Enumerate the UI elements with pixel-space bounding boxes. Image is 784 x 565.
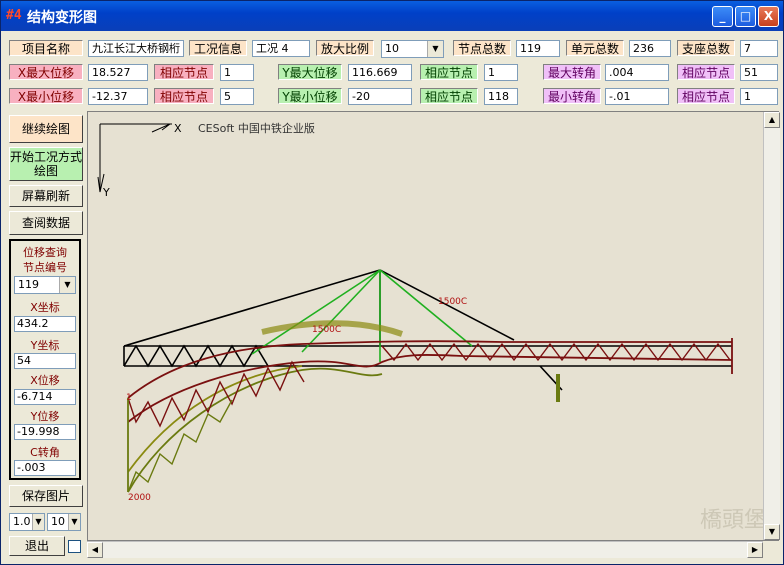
x-min-node-label: 相应节点	[154, 88, 214, 104]
x-min-disp-label: X最小位移	[9, 88, 83, 104]
watermark-logo: 橋頭堡	[699, 508, 766, 533]
app-icon: #4	[6, 8, 22, 23]
refresh-screen-button[interactable]: 屏幕刷新	[9, 185, 83, 207]
maximize-button[interactable]: □	[735, 6, 756, 27]
y-min-node-label: 相应节点	[420, 88, 478, 104]
y-max-disp-label: Y最大位移	[278, 64, 342, 80]
structure-canvas[interactable]: X Y CESoft 中国中铁企业版 1 1500C 1500C 2000 橋頭…	[87, 111, 779, 541]
font-size-value: 10	[51, 515, 65, 528]
scale-label: 放大比例	[316, 40, 374, 56]
chevron-down-icon[interactable]: ▼	[68, 514, 80, 530]
case-field[interactable]: 工况 4	[252, 40, 310, 57]
chevron-down-icon[interactable]: ▼	[427, 41, 443, 57]
scale-select[interactable]: 10 ▼	[381, 40, 444, 58]
exit-button[interactable]: 退出	[9, 536, 65, 556]
node-no-select[interactable]: 119 ▼	[14, 276, 76, 294]
x-max-disp-label: X最大位移	[9, 64, 83, 80]
title-bar[interactable]: #4 结构变形图 _ □ X	[1, 1, 783, 31]
y-max-node-field[interactable]: 1	[484, 64, 518, 81]
query-title: 位移查询	[23, 246, 67, 259]
y-max-disp-field[interactable]: 116.669	[348, 64, 412, 81]
y-max-node-label: 相应节点	[420, 64, 478, 80]
project-name-field[interactable]: 九江长江大桥钢桁	[88, 40, 184, 57]
font-size-select[interactable]: 10 ▼	[47, 513, 81, 531]
displacement-query-panel: 位移查询 节点编号 119 ▼ X坐标 434.2 Y坐标 54 X位移 -6.…	[9, 239, 81, 480]
y-disp-label: Y位移	[30, 410, 60, 423]
start-case-draw-button[interactable]: 开始工况方式绘图	[9, 147, 83, 181]
x-max-node-field[interactable]: 1	[220, 64, 254, 81]
node-label-1: 1	[126, 393, 132, 403]
y-min-node-field[interactable]: 118	[484, 88, 518, 105]
scale-select-value: 10	[385, 42, 399, 55]
vertical-scrollbar[interactable]: ▲ ▼	[763, 112, 780, 540]
view-data-button[interactable]: 查阅数据	[9, 211, 83, 235]
support-total-label: 支座总数	[677, 40, 735, 56]
node-no-label: 节点编号	[23, 261, 67, 274]
c-rot-field[interactable]: -.003	[14, 460, 76, 476]
line-width-value: 1.0	[13, 515, 31, 528]
element-total-field[interactable]: 236	[629, 40, 671, 57]
axis-x-label: X	[174, 122, 182, 135]
case-info-label: 工况信息	[189, 40, 247, 56]
option-checkbox[interactable]	[68, 540, 81, 553]
y-min-disp-label: Y最小位移	[278, 88, 342, 104]
x-disp-label: X位移	[30, 374, 60, 387]
rot-min-field[interactable]: -.01	[605, 88, 669, 105]
chevron-down-icon[interactable]: ▼	[32, 514, 44, 530]
scroll-left-arrow-icon[interactable]: ◀	[87, 542, 103, 558]
rot-min-node-field[interactable]: 1	[740, 88, 778, 105]
rot-max-node-field[interactable]: 51	[740, 64, 778, 81]
y-min-disp-field[interactable]: -20	[348, 88, 412, 105]
rot-min-label: 最小转角	[543, 88, 601, 104]
deformed-truss	[127, 320, 733, 493]
x-coord-field[interactable]: 434.2	[14, 316, 76, 332]
node-no-value: 119	[18, 278, 39, 291]
rot-max-field[interactable]: .004	[605, 64, 669, 81]
scroll-right-arrow-icon[interactable]: ▶	[747, 542, 763, 558]
deformation-drawing: X Y CESoft 中国中铁企业版 1 1500C 1500C 2000	[97, 121, 733, 503]
y-coord-label: Y坐标	[30, 339, 60, 352]
horizontal-scrollbar[interactable]: ◀ ▶	[87, 541, 763, 558]
scroll-down-arrow-icon[interactable]: ▼	[764, 524, 780, 540]
minimize-button[interactable]: _	[712, 6, 733, 27]
brand-label: CESoft 中国中铁企业版	[198, 121, 315, 135]
main-window: #4 结构变形图 _ □ X 项目名称 九江长江大桥钢桁 工况信息 工况 4 放…	[0, 0, 784, 565]
c-rot-label: C转角	[30, 446, 60, 459]
axis-y-label: Y	[102, 186, 110, 199]
cable-label-left: 1500C	[312, 325, 341, 335]
rot-max-label: 最大转角	[543, 64, 601, 80]
window-title: 结构变形图	[27, 10, 97, 26]
y-disp-field[interactable]: -19.998	[14, 424, 76, 440]
x-disp-field[interactable]: -6.714	[14, 389, 76, 405]
save-image-button[interactable]: 保存图片	[9, 485, 83, 507]
x-coord-label: X坐标	[30, 301, 60, 314]
rot-min-node-label: 相应节点	[677, 88, 735, 104]
continue-draw-button[interactable]: 继续绘图	[9, 115, 83, 143]
x-max-node-label: 相应节点	[154, 64, 214, 80]
cable-label-right: 1500C	[438, 297, 467, 307]
support-total-field[interactable]: 7	[740, 40, 778, 57]
x-max-disp-field[interactable]: 18.527	[88, 64, 148, 81]
close-button[interactable]: X	[758, 6, 779, 27]
node-total-field[interactable]: 119	[516, 40, 560, 57]
deformed-cables	[251, 269, 473, 362]
scroll-up-arrow-icon[interactable]: ▲	[764, 112, 780, 128]
rot-max-node-label: 相应节点	[677, 64, 735, 80]
element-total-label: 单元总数	[566, 40, 624, 56]
line-width-select[interactable]: 1.0 ▼	[9, 513, 45, 531]
original-truss	[123, 269, 732, 391]
y-coord-field[interactable]: 54	[14, 353, 76, 369]
axis-indicator	[97, 123, 172, 193]
project-name-label: 项目名称	[9, 40, 83, 56]
x-min-node-field[interactable]: 5	[220, 88, 254, 105]
bottom-force-label: 2000	[128, 493, 151, 503]
chevron-down-icon[interactable]: ▼	[59, 277, 75, 293]
x-min-disp-field[interactable]: -12.37	[88, 88, 148, 105]
node-total-label: 节点总数	[453, 40, 511, 56]
